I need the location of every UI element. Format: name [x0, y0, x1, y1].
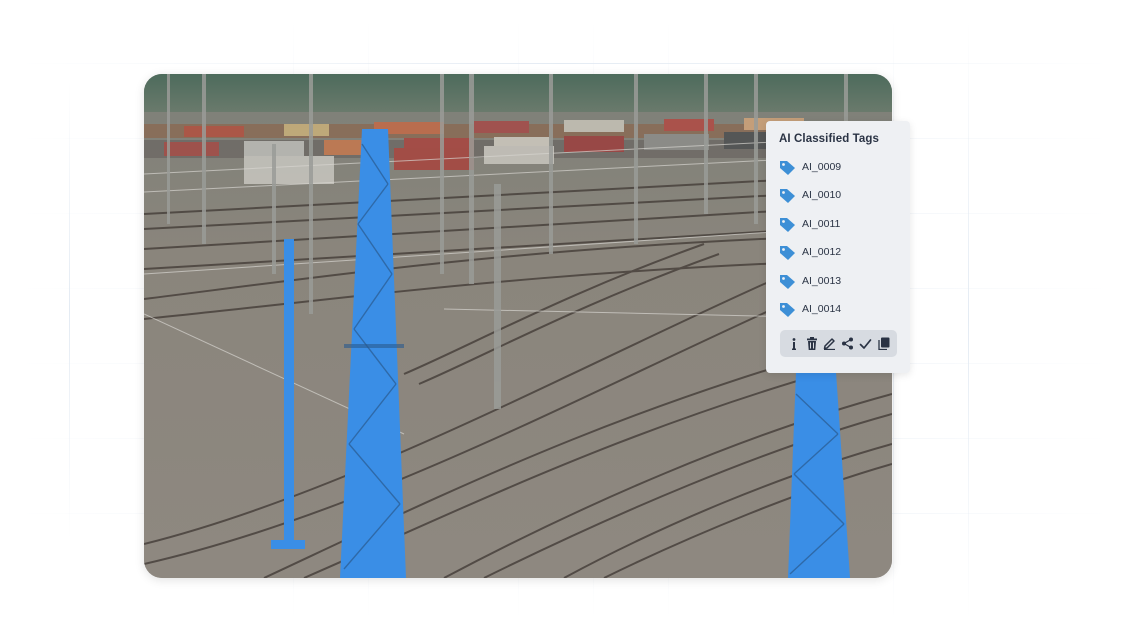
tag-label: AI_0009	[802, 161, 842, 173]
check-icon[interactable]	[859, 336, 873, 352]
tag-item[interactable]: AI_0013	[779, 271, 841, 291]
tag-icon	[779, 216, 796, 233]
tag-item[interactable]: AI_0014	[779, 299, 841, 319]
share-icon[interactable]	[841, 336, 855, 352]
tag-icon	[779, 244, 796, 261]
panel-title: AI Classified Tags	[779, 133, 880, 145]
info-icon[interactable]	[787, 336, 801, 352]
tag-item[interactable]: AI_0010	[779, 185, 841, 205]
tag-label: AI_0010	[802, 189, 842, 201]
tag-item[interactable]: AI_0011	[779, 214, 840, 234]
tag-label: AI_0013	[802, 275, 842, 287]
edit-icon[interactable]	[823, 336, 837, 352]
trash-icon[interactable]	[805, 336, 819, 352]
tag-label: AI_0012	[802, 246, 842, 258]
tag-icon	[779, 273, 796, 290]
tag-label: AI_0011	[802, 218, 841, 230]
ai-tags-panel: AI Classified Tags AI_0009 AI_0010 AI_00…	[766, 121, 910, 373]
tag-item[interactable]: AI_0012	[779, 242, 841, 262]
tag-item[interactable]: AI_0009	[779, 157, 841, 177]
copy-icon[interactable]	[877, 336, 891, 352]
tag-label: AI_0014	[802, 303, 842, 315]
tag-icon	[779, 159, 796, 176]
tag-toolbar	[780, 330, 897, 357]
tag-icon	[779, 187, 796, 204]
tag-icon	[779, 301, 796, 318]
